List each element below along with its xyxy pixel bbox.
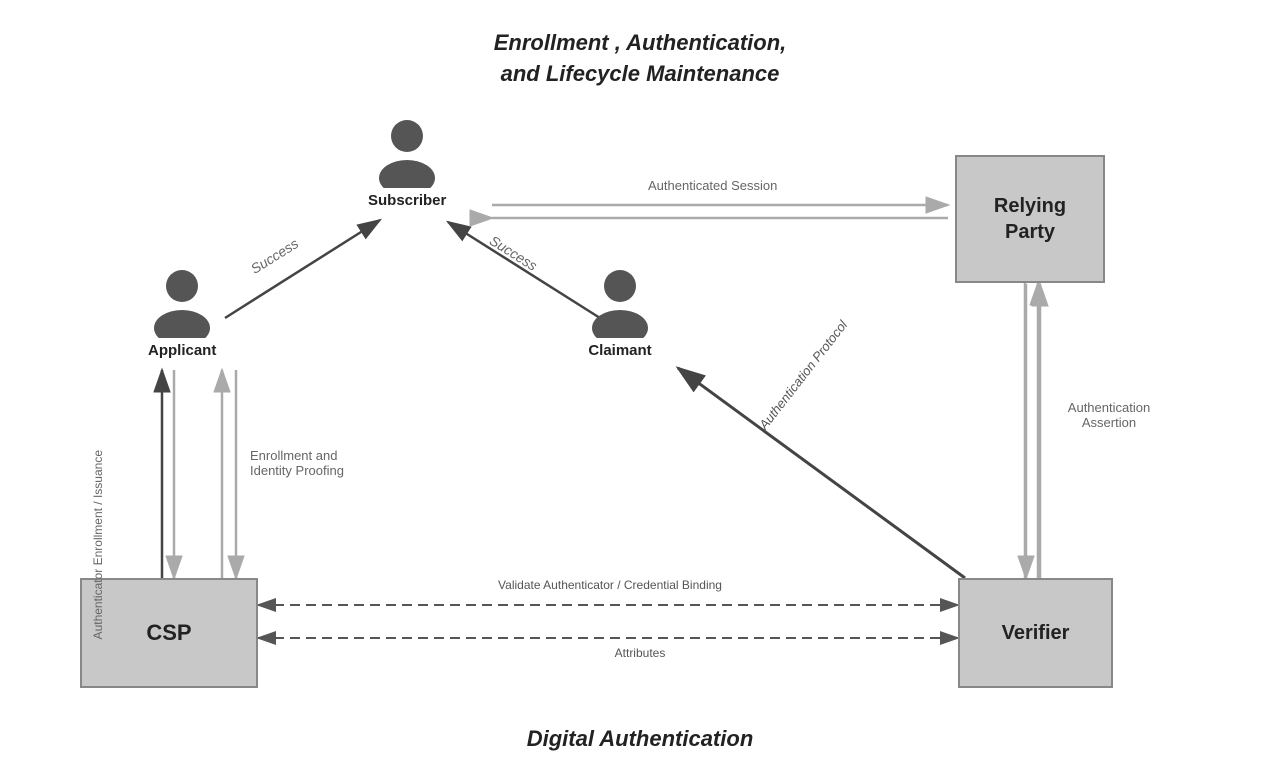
- label-authenticator-enrollment: Authenticator Enrollment / Issuance: [90, 450, 107, 639]
- applicant-icon: [150, 268, 214, 338]
- title-bottom: Digital Authentication: [527, 726, 754, 752]
- claimant-label: Claimant: [588, 342, 651, 359]
- subscriber-label: Subscriber: [368, 192, 446, 209]
- label-validate-authenticator: Validate Authenticator / Credential Bind…: [380, 578, 840, 592]
- title-top: Enrollment , Authentication, and Lifecyc…: [494, 28, 787, 90]
- diagram-container: Enrollment , Authentication, and Lifecyc…: [0, 0, 1280, 780]
- box-verifier: Verifier: [958, 578, 1113, 688]
- label-authenticated-session: Authenticated Session: [648, 178, 777, 193]
- box-relying-party: Relying Party: [955, 155, 1105, 283]
- applicant-label: Applicant: [148, 342, 216, 359]
- label-success-claimant: Success: [487, 232, 540, 274]
- person-applicant: Applicant: [148, 268, 216, 359]
- label-enrollment-identity: Enrollment and Identity Proofing: [250, 448, 380, 478]
- claimant-icon: [588, 268, 652, 338]
- label-success-applicant: Success: [248, 235, 301, 277]
- label-auth-assertion: Authentication Assertion: [1054, 400, 1164, 430]
- person-claimant: Claimant: [588, 268, 652, 359]
- label-attributes: Attributes: [540, 646, 740, 660]
- person-subscriber: Subscriber: [368, 118, 446, 209]
- label-auth-protocol: Authentication Protocol: [756, 318, 850, 433]
- subscriber-icon: [375, 118, 439, 188]
